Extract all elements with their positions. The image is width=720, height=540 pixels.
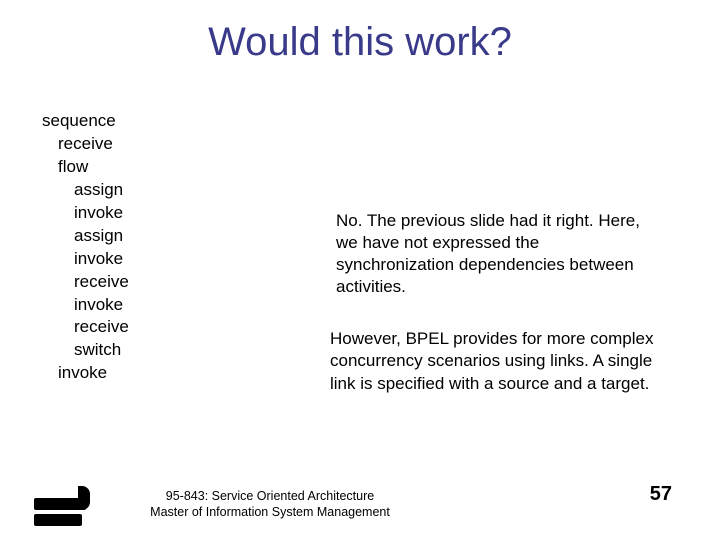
code-line: invoke: [42, 362, 330, 385]
page-number: 57: [650, 483, 672, 506]
course-info: 95-843: Service Oriented Architecture Ma…: [130, 488, 410, 521]
slide: Would this work? sequence receive flow a…: [0, 0, 720, 540]
code-line: assign: [42, 179, 330, 202]
code-line: assign: [42, 225, 330, 248]
code-line: flow: [42, 156, 330, 179]
paragraph: However, BPEL provides for more complex …: [330, 328, 660, 394]
code-line: invoke: [42, 248, 330, 271]
code-line: receive: [42, 316, 330, 339]
text-column: No. The previous slide had it right. Her…: [330, 110, 690, 395]
paragraph: No. The previous slide had it right. Her…: [330, 210, 660, 298]
content-area: sequence receive flow assign invoke assi…: [0, 110, 720, 395]
code-line: invoke: [42, 202, 330, 225]
course-line: Master of Information System Management: [130, 504, 410, 520]
course-line: 95-843: Service Oriented Architecture: [130, 488, 410, 504]
logo-icon: [34, 486, 90, 526]
code-line: invoke: [42, 294, 330, 317]
code-column: sequence receive flow assign invoke assi…: [0, 110, 330, 395]
code-line: receive: [42, 133, 330, 156]
code-line: sequence: [42, 110, 330, 133]
code-line: receive: [42, 271, 330, 294]
slide-title: Would this work?: [0, 0, 720, 65]
footer: 95-843: Service Oriented Architecture Ma…: [0, 466, 720, 526]
code-line: switch: [42, 339, 330, 362]
